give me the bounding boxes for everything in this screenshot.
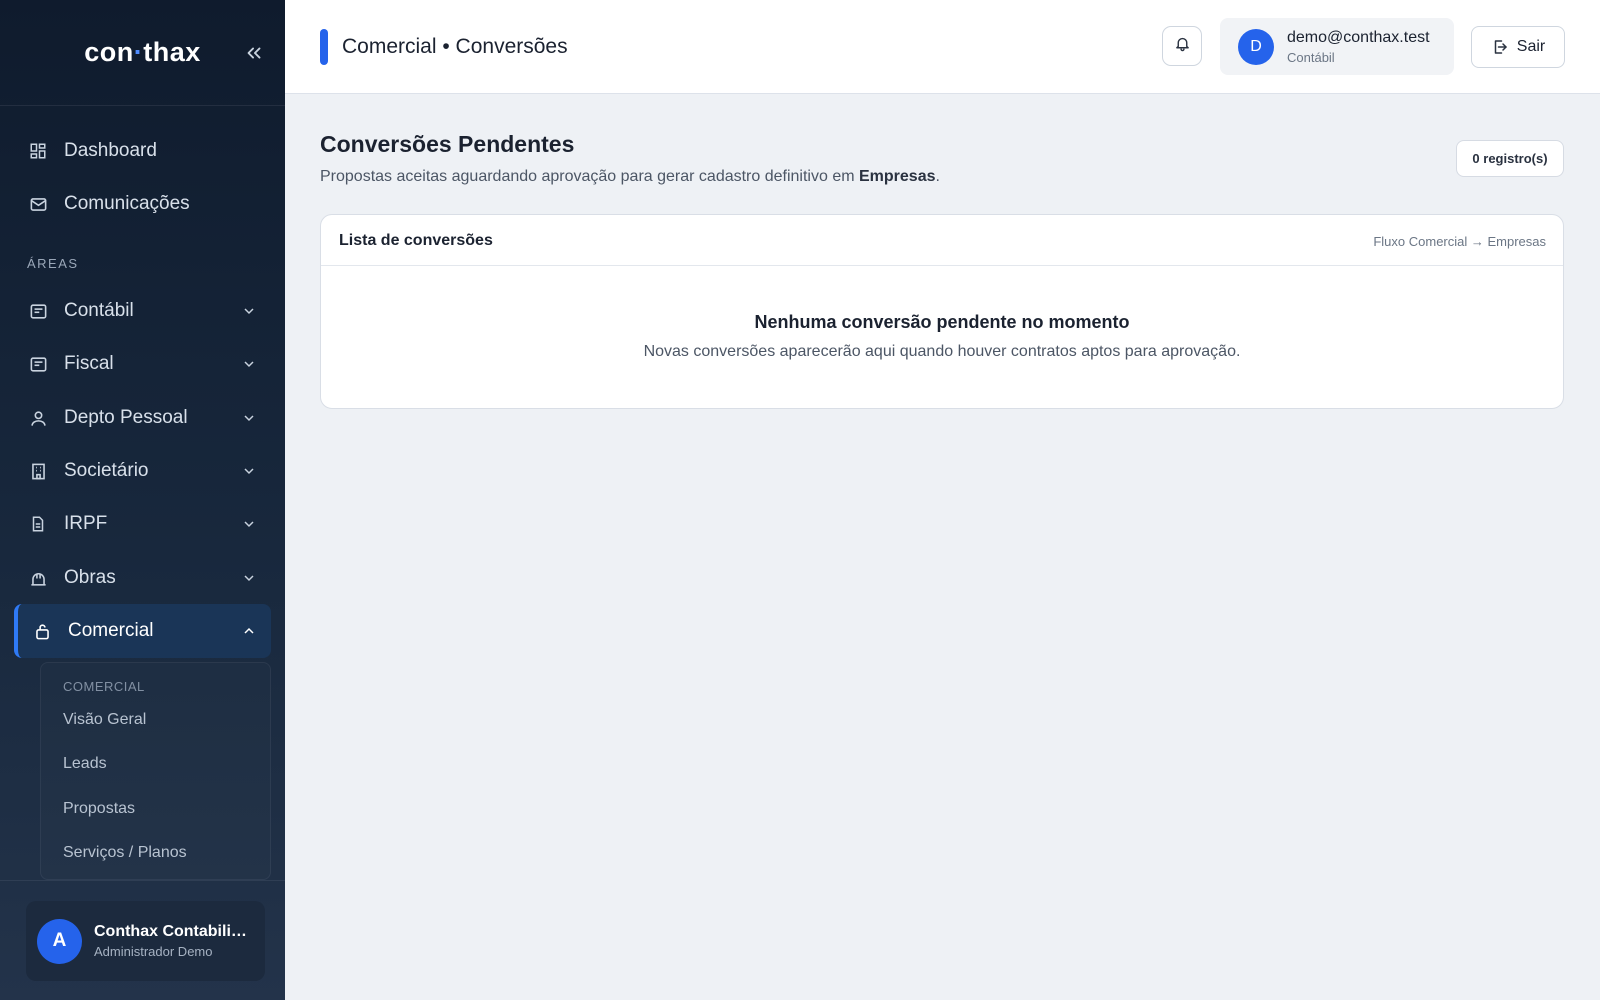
mail-icon — [28, 194, 48, 214]
sidebar-item-label: Comunicações — [64, 193, 190, 214]
brand-dot: · — [133, 37, 144, 67]
breadcrumb: Comercial • Conversões — [342, 35, 568, 58]
record-count-badge: 0 registro(s) — [1456, 140, 1564, 177]
chevron-up-icon — [241, 623, 257, 639]
subtitle-text: Propostas aceitas aguardando aprovação p… — [320, 168, 859, 185]
sidebar-item-label: Obras — [64, 567, 116, 588]
user-card[interactable]: A Conthax Contabilidade Administrador De… — [26, 901, 265, 981]
sidebar-item-label: Dashboard — [64, 140, 157, 161]
chevron-down-icon — [241, 463, 257, 479]
sidebar: con·thax Dashboard Comunicações ÁREAS Co… — [0, 0, 285, 1000]
sidebar-item-fiscal[interactable]: Fiscal — [14, 337, 271, 391]
submenu-item-servicos-planos[interactable]: Serviços / Planos — [63, 844, 187, 862]
divider — [0, 880, 285, 881]
sidebar-item-label: Contábil — [64, 300, 134, 321]
logout-label: Sair — [1516, 38, 1546, 55]
dashboard-icon — [28, 141, 48, 161]
sidebar-item-label: Comercial — [68, 620, 154, 641]
chevron-down-icon — [241, 303, 257, 319]
sidebar-item-societario[interactable]: Societário — [14, 444, 271, 498]
avatar: A — [37, 918, 82, 964]
sidebar-item-label: Depto Pessoal — [64, 407, 188, 428]
empty-state-message: Novas conversões aparecerão aqui quando … — [643, 343, 1241, 360]
accent-bar — [320, 29, 328, 65]
account-menu[interactable]: D demo@conthax.test Contábil — [1220, 18, 1454, 75]
page-subtitle: Propostas aceitas aguardando aprovação p… — [320, 168, 940, 186]
account-role: Contábil — [1287, 49, 1335, 65]
page-title: Conversões Pendentes — [320, 131, 575, 157]
sidebar-item-irpf[interactable]: IRPF — [14, 497, 271, 551]
chevron-down-icon — [241, 516, 257, 532]
list-flow-label: Fluxo Comercial → Empresas — [1373, 234, 1546, 249]
empty-state-title: Nenhuma conversão pendente no momento — [754, 312, 1130, 332]
list-title: Lista de conversões — [339, 232, 493, 249]
submenu-item-propostas[interactable]: Propostas — [63, 800, 135, 818]
brand-logo[interactable]: con·thax — [84, 37, 201, 68]
submenu-title: COMERCIAL — [63, 679, 145, 694]
ledger-icon — [28, 354, 48, 374]
sidebar-item-comunicacoes[interactable]: Comunicações — [14, 177, 271, 231]
chevron-down-icon — [241, 570, 257, 586]
sidebar-item-label: Societário — [64, 460, 149, 481]
subtitle-suffix: . — [935, 168, 940, 185]
construction-icon — [28, 568, 48, 588]
topbar: Comercial • Conversões D demo@conthax.te… — [285, 0, 1600, 94]
sidebar-item-depto-pessoal[interactable]: Depto Pessoal — [14, 391, 271, 445]
sidebar-item-comercial[interactable]: Comercial — [14, 604, 271, 658]
logout-button[interactable]: Sair — [1471, 26, 1565, 68]
list-header: Lista de conversões Fluxo Comercial → Em… — [321, 215, 1563, 266]
person-icon — [28, 408, 48, 428]
brand-prefix: con — [84, 37, 134, 67]
submenu-comercial: COMERCIAL Visão Geral Leads Propostas Se… — [40, 662, 271, 880]
chevron-down-icon — [241, 356, 257, 372]
bag-icon — [32, 621, 52, 641]
user-name: Conthax Contabilidade — [94, 923, 254, 940]
brand-header: con·thax — [0, 0, 285, 106]
avatar: D — [1238, 28, 1274, 65]
notifications-button[interactable] — [1162, 26, 1202, 66]
user-info: Conthax Contabilidade Administrador Demo — [94, 923, 254, 959]
submenu-item-visao-geral[interactable]: Visão Geral — [63, 711, 146, 729]
submenu-item-leads[interactable]: Leads — [63, 755, 107, 773]
section-label-areas: ÁREAS — [27, 256, 79, 271]
logout-icon — [1491, 38, 1509, 56]
ledger-icon — [28, 301, 48, 321]
account-email: demo@conthax.test — [1287, 28, 1430, 46]
user-role: Administrador Demo — [94, 944, 213, 959]
building-icon — [28, 461, 48, 481]
sidebar-item-label: Fiscal — [64, 353, 114, 374]
sidebar-item-obras[interactable]: Obras — [14, 551, 271, 605]
brand-suffix: thax — [143, 37, 201, 67]
sidebar-item-label: IRPF — [64, 513, 108, 534]
subtitle-emphasis: Empresas — [859, 168, 936, 185]
bell-icon — [1174, 35, 1191, 57]
sidebar-item-contabil[interactable]: Contábil — [14, 284, 271, 338]
chevron-down-icon — [241, 410, 257, 426]
collapse-sidebar-icon[interactable] — [243, 42, 265, 64]
account-info: demo@conthax.test Contábil — [1287, 29, 1430, 65]
conversions-list-card: Lista de conversões Fluxo Comercial → Em… — [320, 214, 1564, 409]
document-icon — [28, 514, 48, 534]
sidebar-item-dashboard[interactable]: Dashboard — [14, 124, 271, 178]
